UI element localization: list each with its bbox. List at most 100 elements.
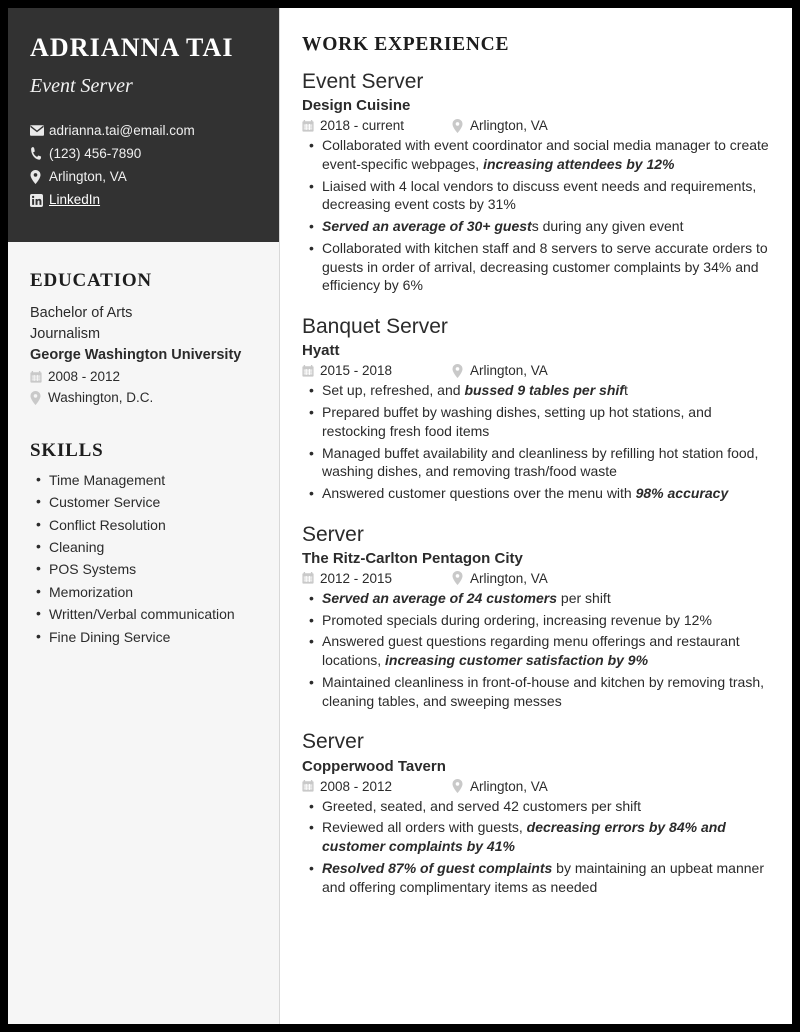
skill-item: Customer Service	[36, 494, 257, 517]
job-company: Copperwood Tavern	[302, 757, 446, 775]
contact-label: adrianna.tai@email.com	[49, 122, 195, 138]
candidate-name: ADRIANNA TAI	[30, 33, 234, 62]
education-section: EDUCATION Bachelor of Arts Journalism Ge…	[8, 270, 279, 408]
job-dates-group: 2008 - 2012	[302, 779, 452, 794]
job-location-group: Arlington, VA	[452, 363, 548, 378]
education-field: Journalism	[30, 326, 101, 343]
job-bullet: Managed buffet availability and cleanlin…	[309, 444, 774, 482]
bullet-text: Prepared buffet by washing dishes, setti…	[322, 404, 712, 439]
job-bullet: Served an average of 24 customers per sh…	[309, 589, 774, 608]
calendar-icon	[302, 780, 320, 792]
map-pin-icon	[30, 170, 49, 185]
job-bullet: Collaborated with kitchen staff and 8 se…	[309, 239, 774, 295]
job-meta: 2018 - current Arlington, VA	[302, 118, 774, 133]
bullet-text: Collaborated with kitchen staff and 8 se…	[322, 239, 768, 294]
job-location: Arlington, VA	[470, 118, 548, 134]
job-bullet: Promoted specials during ordering, incre…	[309, 611, 774, 630]
job-bullet: Set up, refreshed, and bussed 9 tables p…	[309, 381, 774, 400]
job-bullet: Collaborated with event coordinator and …	[309, 136, 774, 174]
job-meta: 2015 - 2018 Arlington, VA	[302, 363, 774, 378]
skill-item: Fine Dining Service	[36, 629, 257, 652]
calendar-icon	[302, 119, 320, 132]
job-bullet-list: Served an average of 24 customers per sh…	[302, 589, 774, 711]
calendar-icon	[302, 572, 320, 584]
bullet-text: s during any given event	[531, 218, 684, 235]
bullet-emphasis: increasing customer satisfaction by 9%	[385, 652, 649, 669]
bullet-text: Set up, refreshed, and	[322, 382, 465, 399]
skill-item: Conflict Resolution	[36, 517, 257, 540]
job-location: Arlington, VA	[470, 778, 548, 794]
job-dates-group: 2015 - 2018	[302, 363, 452, 378]
job-bullet-list: Greeted, seated, and served 42 customers…	[302, 797, 774, 897]
job-dates: 2015 - 2018	[320, 363, 393, 379]
job-entry: Server Copperwood Tavern 2008 - 2012 Arling…	[302, 730, 774, 896]
work-experience-heading: WORK EXPERIENCE	[302, 34, 510, 55]
map-pin-icon	[452, 779, 470, 794]
bullet-emphasis: Served an average of 24 customers	[322, 589, 558, 606]
job-bullet: Greeted, seated, and served 42 customers…	[309, 797, 774, 816]
linkedin-icon	[30, 193, 49, 207]
job-bullet: Answered guest questions regarding menu …	[309, 632, 774, 670]
skills-list: Time ManagementCustomer ServiceConflict …	[30, 472, 257, 652]
job-bullet: Served an average of 30+ guests during a…	[309, 217, 774, 236]
contact-item[interactable]: LinkedIn	[30, 192, 257, 208]
job-entry: Server The Ritz-Carlton Pentagon City 2012…	[302, 523, 774, 711]
skills-section: SKILLS Time ManagementCustomer ServiceCo…	[8, 440, 279, 652]
job-company: Hyatt	[302, 342, 340, 360]
resume-page: ADRIANNA TAI Event Server adrianna.tai@e…	[8, 8, 792, 1024]
bullet-emphasis: increasing attendees by 12%	[483, 155, 675, 172]
contact-item: (123) 456-7890	[30, 146, 257, 162]
skill-item: Time Management	[36, 472, 257, 495]
skill-item: Memorization	[36, 584, 257, 607]
bullet-emphasis: bussed 9 tables per shif	[464, 382, 624, 399]
bullet-text: Reviewed all orders with guests,	[322, 819, 527, 836]
main-column: WORK EXPERIENCE Event Server Design Cuisi…	[280, 8, 792, 1024]
skills-heading: SKILLS	[30, 439, 104, 461]
job-title: Event Server	[302, 70, 424, 93]
job-location-group: Arlington, VA	[452, 118, 548, 133]
skill-item: Written/Verbal communication	[36, 606, 257, 629]
envelope-icon	[30, 125, 49, 136]
contact-item: adrianna.tai@email.com	[30, 123, 257, 139]
job-title: Server	[302, 522, 364, 546]
job-bullet: Liaised with 4 local vendors to discuss …	[309, 177, 774, 215]
job-location: Arlington, VA	[470, 363, 548, 379]
education-dates-row: 2008 - 2012	[30, 368, 257, 387]
job-bullet-list: Set up, refreshed, and bussed 9 tables p…	[302, 381, 774, 503]
contact-label: Arlington, VA	[49, 168, 127, 184]
job-bullet: Reviewed all orders with guests, decreas…	[309, 818, 774, 856]
job-bullet: Resolved 87% of guest complaints by main…	[309, 859, 774, 897]
bullet-text: Greeted, seated, and served 42 customers…	[322, 797, 642, 814]
job-entry: Banquet Server Hyatt 2015 - 2018 Arlington,…	[302, 315, 774, 503]
education-dates: 2008 - 2012	[48, 369, 121, 385]
map-pin-icon	[452, 363, 470, 378]
skill-item: Cleaning	[36, 539, 257, 562]
job-dates: 2018 - current	[320, 118, 405, 134]
job-dates-group: 2018 - current	[302, 118, 452, 133]
job-dates: 2008 - 2012	[320, 778, 393, 794]
job-company: The Ritz-Carlton Pentagon City	[302, 549, 523, 567]
job-title: Server	[302, 730, 364, 754]
bullet-emphasis: Served an average of 30+ guest	[322, 218, 532, 235]
bullet-text: Answered customer questions over the men…	[322, 485, 636, 502]
contact-list: adrianna.tai@email.com (123) 456-7890 Arli…	[30, 123, 257, 209]
contact-label[interactable]: LinkedIn	[49, 192, 100, 208]
job-meta: 2012 - 2015 Arlington, VA	[302, 571, 774, 586]
education-heading: EDUCATION	[30, 270, 152, 291]
calendar-icon	[30, 371, 48, 384]
bullet-text: per shift	[557, 589, 611, 606]
job-bullet: Maintained cleanliness in front-of-house…	[309, 673, 774, 711]
education-school: George Washington University	[30, 347, 242, 364]
job-bullet-list: Collaborated with event coordinator and …	[302, 136, 774, 295]
calendar-icon	[302, 364, 320, 377]
bullet-text: Liaised with 4 local vendors to discuss …	[322, 177, 757, 213]
bullet-text: Promoted specials during ordering, incre…	[322, 611, 712, 628]
job-location-group: Arlington, VA	[452, 571, 548, 586]
contact-item: Arlington, VA	[30, 169, 257, 185]
skill-item: POS Systems	[36, 561, 257, 584]
bullet-text: t	[623, 382, 628, 399]
education-location: Washington, D.C.	[48, 389, 154, 405]
bullet-emphasis: 98% accuracy	[635, 485, 729, 502]
job-location: Arlington, VA	[470, 570, 548, 586]
phone-icon	[30, 147, 49, 161]
